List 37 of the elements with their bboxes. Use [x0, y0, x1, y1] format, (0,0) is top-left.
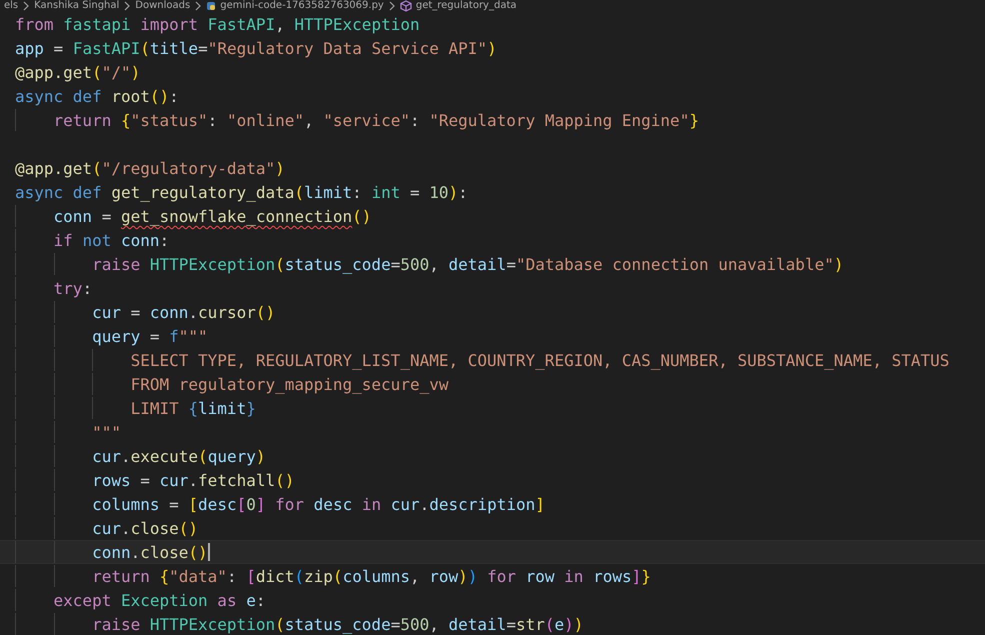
chevron-icon: [388, 1, 396, 11]
code-line: cur.close(): [92, 518, 198, 539]
code-line: SELECT TYPE, REGULATORY_LIST_NAME, COUNTRY_REGION, CAS_NUMBER, SUBSTANCE_NAME, STATUS: [130, 350, 950, 371]
code-line: raise HTTPException(status_code=500, detail=str(e)): [92, 614, 584, 635]
chevron-icon: [22, 1, 30, 11]
code-line: conn.close(): [92, 542, 208, 563]
breadcrumb-item[interactable]: gemini-code-1763582763069.py: [220, 0, 384, 12]
code-line: try:: [54, 278, 92, 299]
code-line: LIMIT {limit}: [130, 398, 256, 419]
code-line: if not conn:: [54, 230, 170, 251]
code-line: @app.get("/"): [15, 62, 140, 83]
code-line: from fastapi import FastAPI, HTTPException: [15, 14, 420, 35]
code-line: """: [92, 422, 121, 443]
code-line: FROM regulatory_mapping_secure_vw: [130, 374, 448, 395]
code-line: async def get_regulatory_data(limit: int = 10):: [15, 182, 468, 203]
chevron-icon: [194, 1, 202, 11]
breadcrumb-item[interactable]: els: [4, 0, 18, 12]
code-line: app = FastAPI(title="Regulatory Data Service API"): [15, 38, 497, 59]
chevron-icon: [123, 1, 132, 11]
text-cursor: [208, 543, 210, 561]
breadcrumb-item[interactable]: Kanshika Singhal: [34, 0, 120, 12]
code-line: return {"data": [dict(zip(columns, row)) for row in rows]}: [92, 566, 651, 587]
code-line: cur = conn.cursor(): [92, 302, 276, 323]
code-line: cur.execute(query): [92, 446, 266, 467]
code-line: @app.get("/regulatory-data"): [15, 158, 285, 179]
breadcrumb-item[interactable]: get_regulatory_data: [416, 0, 516, 12]
code-line: conn = get_snowflake_connection(): [54, 206, 372, 227]
cube-icon: [400, 0, 412, 12]
code-line: async def root():: [15, 86, 179, 107]
code-line: raise HTTPException(status_code=500, detail="Database connection unavailable"): [92, 254, 844, 275]
code-line: columns = [desc[0] for desc in cur.description]: [92, 494, 545, 515]
code-line: return {"status": "online", "service": "Regulatory Mapping Engine"}: [54, 110, 699, 131]
code-line: query = f""": [92, 326, 208, 347]
breadcrumb-item[interactable]: Downloads: [135, 0, 190, 12]
python-file-icon: [206, 1, 216, 11]
code-line: except Exception as e:: [54, 590, 266, 611]
code-line: rows = cur.fetchall(): [92, 470, 294, 491]
